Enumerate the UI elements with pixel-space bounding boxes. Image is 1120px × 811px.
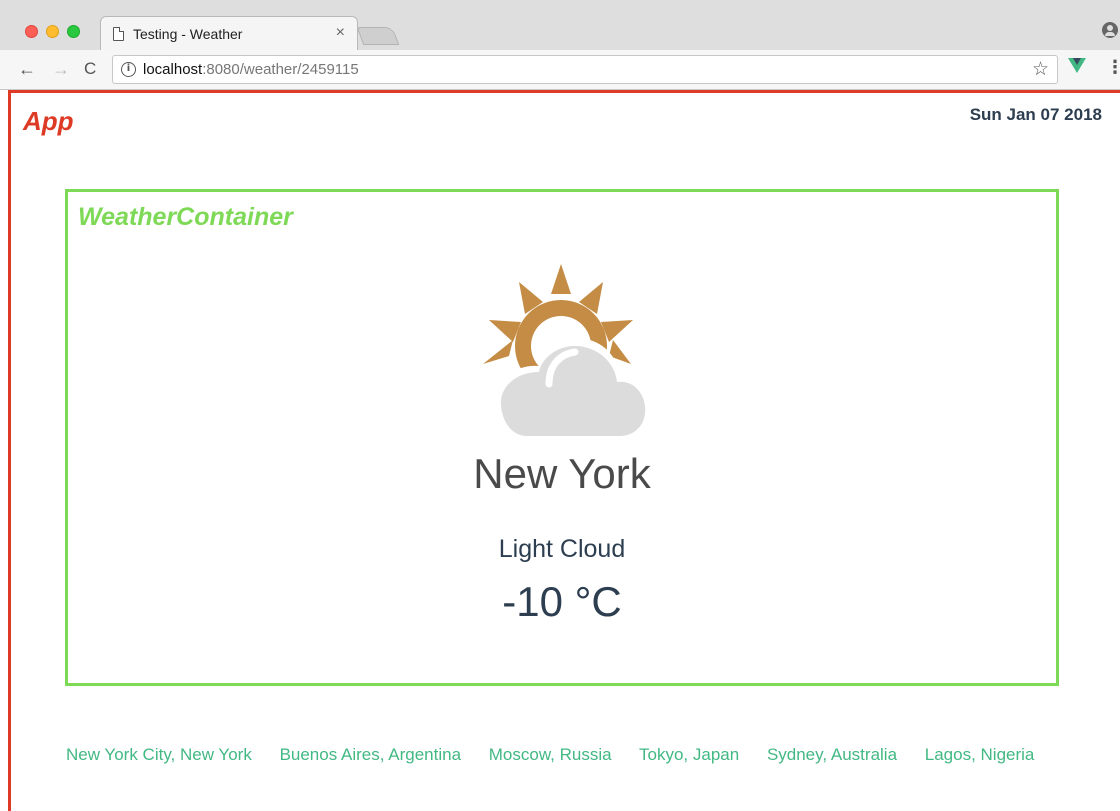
profile-icon[interactable] <box>1102 22 1118 38</box>
info-icon[interactable]: i <box>121 62 136 77</box>
browser-toolbar: ← → C i localhost:8080/weather/2459115 ☆ <box>0 50 1120 90</box>
page-icon <box>113 27 124 41</box>
city-link-buenos-aires[interactable]: Buenos Aires, Argentina <box>280 745 461 764</box>
forward-icon[interactable]: → <box>52 58 70 80</box>
city-link-tokyo[interactable]: Tokyo, Japan <box>639 745 739 764</box>
vue-devtools-icon[interactable] <box>1068 58 1086 73</box>
url-host: localhost <box>143 61 203 78</box>
minimize-window-button[interactable] <box>46 25 59 38</box>
maximize-window-button[interactable] <box>67 25 80 38</box>
city-link-moscow[interactable]: Moscow, Russia <box>489 745 612 764</box>
page-viewport: App Sun Jan 07 2018 WeatherContainer New… <box>0 90 1120 811</box>
city-links: New York City, New York Buenos Aires, Ar… <box>66 745 1066 765</box>
current-date: Sun Jan 07 2018 <box>969 105 1102 124</box>
close-icon[interactable]: × <box>336 24 345 42</box>
new-tab-button[interactable] <box>356 27 400 45</box>
city-link-lagos[interactable]: Lagos, Nigeria <box>925 745 1035 764</box>
tab-title: Testing - Weather <box>133 26 243 42</box>
url-text[interactable]: localhost:8080/weather/2459115 <box>143 61 359 78</box>
browser-chrome: Testing - Weather × ← → C i localhost:80… <box>0 0 1120 90</box>
address-bar[interactable]: i localhost:8080/weather/2459115 ☆ <box>112 55 1058 84</box>
light-cloud-icon <box>483 264 650 436</box>
back-icon[interactable]: ← <box>18 58 36 80</box>
city-link-new-york[interactable]: New York City, New York <box>66 745 252 764</box>
weather-description: Light Cloud <box>498 535 626 563</box>
url-path: :8080/weather/2459115 <box>202 61 359 78</box>
city-link-sydney[interactable]: Sydney, Australia <box>767 745 897 764</box>
app-label: App <box>23 106 74 136</box>
reload-icon[interactable]: C <box>84 58 96 80</box>
tab-strip: Testing - Weather × <box>0 0 1120 50</box>
browser-tab[interactable]: Testing - Weather × <box>100 16 358 50</box>
close-window-button[interactable] <box>25 25 38 38</box>
weather-container: WeatherContainer New York Light Cloud -1 <box>65 189 1059 686</box>
city-name: New York <box>473 450 651 497</box>
weather-container-label: WeatherContainer <box>78 203 293 231</box>
temperature: -10 °C <box>502 578 622 625</box>
more-menu-icon[interactable]: ⋮ <box>1106 57 1120 79</box>
star-icon[interactable]: ☆ <box>1032 58 1049 80</box>
